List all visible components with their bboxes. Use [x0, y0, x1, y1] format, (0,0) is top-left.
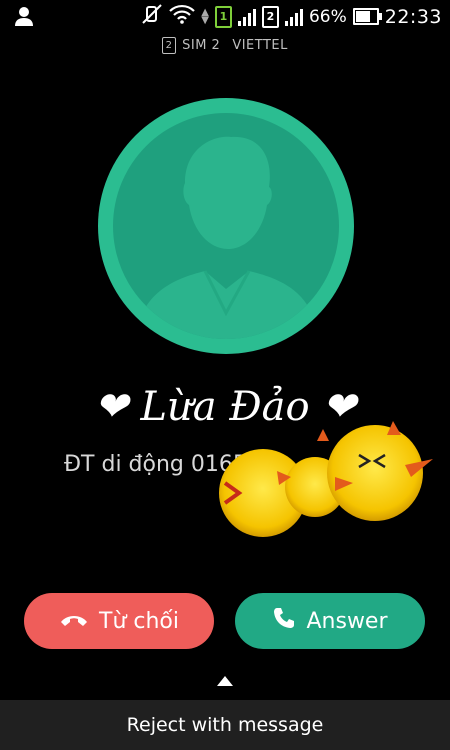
- sim2-icon: 2: [261, 5, 279, 28]
- status-bar: ▲ ▼ 1 2 66% 22:33: [0, 0, 450, 36]
- user-icon: [14, 6, 34, 31]
- hang-up-icon: [59, 609, 89, 634]
- answer-call-button[interactable]: Answer: [235, 593, 425, 649]
- incoming-sim-info: 2 SIM 2 VIETTEL: [0, 37, 450, 54]
- sim-label: SIM 2: [182, 38, 221, 53]
- sim-number-icon: 2: [162, 37, 177, 54]
- clock: 22:33: [384, 5, 442, 28]
- data-transfer-icon: ▲ ▼: [201, 6, 209, 26]
- carrier-label: VIETTEL: [232, 38, 288, 53]
- sim1-icon: 1: [214, 5, 232, 28]
- default-contact-icon: [113, 113, 339, 339]
- battery-percent: 66%: [308, 6, 347, 27]
- duck-sticker: [205, 415, 440, 545]
- vibrate-off-icon: [141, 4, 163, 29]
- expand-arrow-icon[interactable]: [217, 676, 233, 686]
- caller-avatar: [98, 98, 354, 354]
- reject-with-message-bar[interactable]: Reject with message: [0, 700, 450, 750]
- battery-icon: [352, 8, 382, 25]
- answer-call-label: Answer: [306, 608, 388, 634]
- phone-icon: [272, 606, 296, 636]
- decline-call-button[interactable]: Từ chối: [24, 593, 214, 649]
- wifi-icon: [169, 4, 196, 29]
- reject-with-message-label: Reject with message: [126, 714, 324, 736]
- decline-call-label: Từ chối: [99, 608, 179, 634]
- signal-sim2-icon: [284, 8, 303, 26]
- signal-sim1-icon: [237, 8, 256, 26]
